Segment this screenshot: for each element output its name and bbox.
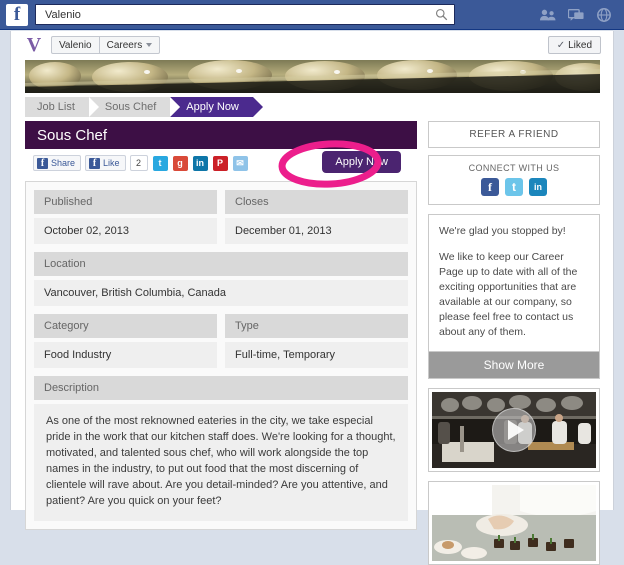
refer-a-friend-button[interactable]: REFER A FRIEND	[428, 121, 600, 148]
field-description: Description As one of the most reknowned…	[34, 376, 408, 521]
page-title: Sous Chef	[25, 121, 417, 149]
field-published: Published October 02, 2013	[34, 190, 217, 252]
breadcrumb-item-job-list[interactable]: Job List	[25, 97, 99, 117]
like-count-badge: 2	[129, 155, 148, 171]
field-location: Location Vancouver, British Columbia, Ca…	[34, 252, 408, 306]
breadcrumb-label: Job List	[37, 101, 75, 113]
field-label: Closes	[225, 190, 408, 214]
detail-row-dates: Published October 02, 2013 Closes Decemb…	[34, 190, 408, 252]
blurb-line-1: We're glad you stopped by!	[439, 225, 566, 237]
page-tab-strip: V Valenio Careers ✓ Liked	[10, 31, 614, 59]
friend-requests-icon[interactable]	[540, 8, 556, 22]
field-type: Type Full-time, Temporary	[225, 314, 408, 376]
search-icon[interactable]	[435, 8, 448, 21]
field-closes: Closes December 01, 2013	[225, 190, 408, 252]
tab-valenio[interactable]: Valenio	[52, 37, 99, 53]
facebook-share-label: Share	[51, 158, 76, 168]
cover-photo-image	[25, 60, 600, 93]
facebook-icon: f	[89, 157, 101, 169]
blurb-line-2: We like to keep our Career Page up to da…	[439, 251, 578, 338]
field-label: Category	[34, 314, 217, 338]
facebook-icon[interactable]: f	[481, 178, 499, 196]
sidebar: REFER A FRIEND CONNECT WITH US f t in We…	[428, 121, 600, 565]
search-input[interactable]	[43, 6, 433, 23]
facebook-navigation-bar: f	[0, 0, 624, 30]
field-value: Full-time, Temporary	[225, 342, 408, 368]
breadcrumb-item-sous-chef[interactable]: Sous Chef	[88, 97, 181, 117]
field-label: Type	[225, 314, 408, 338]
kitchen-video-thumbnail[interactable]	[428, 388, 600, 472]
messages-icon[interactable]	[568, 8, 584, 22]
facebook-like-button[interactable]: f Like	[85, 155, 126, 171]
linkedin-icon[interactable]: in	[192, 155, 208, 171]
breadcrumb-item-apply-now[interactable]: Apply Now	[170, 97, 263, 117]
breadcrumb-notch	[88, 97, 99, 117]
twitter-icon[interactable]: t	[505, 178, 523, 196]
cover-photo	[25, 60, 600, 93]
welcome-blurb-box: We're glad you stopped by! We like to ke…	[428, 214, 600, 379]
field-label: Location	[34, 252, 408, 276]
detail-row-category-type: Category Food Industry Type Full-time, T…	[34, 314, 408, 376]
plating-photo-thumbnail[interactable]	[428, 481, 600, 565]
tab-careers-label: Careers	[106, 39, 143, 51]
field-category: Category Food Industry	[34, 314, 217, 376]
field-value: Food Industry	[34, 342, 217, 368]
pinterest-icon[interactable]: P	[212, 155, 228, 171]
breadcrumb: Job List Sous Chef Apply Now	[25, 97, 263, 117]
tab-valenio-label: Valenio	[59, 39, 92, 51]
facebook-search-box[interactable]	[35, 4, 455, 25]
connect-icon-row: f t in	[429, 178, 599, 196]
field-value: October 02, 2013	[34, 218, 217, 244]
job-detail-column: Sous Chef f Share f Like 2 t g in P ✉ Ap…	[25, 121, 417, 530]
plating-photo-image	[432, 485, 596, 561]
valenio-logo: V	[26, 34, 42, 56]
field-value: December 01, 2013	[225, 218, 408, 244]
breadcrumb-label: Sous Chef	[104, 101, 157, 113]
breadcrumb-arrow	[252, 97, 263, 117]
breadcrumb-label: Apply Now	[186, 101, 239, 113]
page-tab-group: Valenio Careers	[51, 36, 161, 54]
facebook-nav-icons	[540, 7, 612, 22]
twitter-icon[interactable]: t	[152, 155, 168, 171]
description-label: Description	[34, 376, 408, 400]
field-label: Published	[34, 190, 217, 214]
tab-careers[interactable]: Careers	[98, 37, 160, 53]
chef-plating-image	[432, 485, 596, 561]
play-triangle	[508, 420, 524, 440]
liked-button[interactable]: ✓ Liked	[547, 36, 601, 54]
check-icon: ✓	[556, 39, 566, 51]
facebook-like-label: Like	[103, 158, 120, 168]
connect-heading: CONNECT WITH US	[468, 163, 560, 173]
breadcrumb-notch	[170, 97, 181, 117]
connect-with-us-box: CONNECT WITH US f t in	[428, 155, 600, 205]
apply-now-button[interactable]: Apply Now	[322, 151, 401, 173]
email-icon[interactable]: ✉	[232, 155, 248, 171]
google-plus-icon[interactable]: g	[172, 155, 188, 171]
chevron-down-icon[interactable]	[146, 43, 153, 47]
play-button-icon[interactable]	[492, 408, 536, 452]
field-value: Vancouver, British Columbia, Canada	[34, 280, 408, 306]
facebook-icon: f	[37, 157, 48, 169]
job-detail-panel: Published October 02, 2013 Closes Decemb…	[25, 181, 417, 530]
social-share-row: f Share f Like 2 t g in P ✉ Apply Now	[25, 140, 417, 188]
linkedin-icon[interactable]: in	[529, 178, 547, 196]
liked-button-label: Liked	[568, 39, 592, 51]
apply-now-wrapper: Apply Now	[278, 140, 401, 188]
facebook-share-button[interactable]: f Share	[33, 155, 82, 171]
description-text: As one of the most reknowned eateries in…	[34, 404, 408, 521]
show-more-button[interactable]: Show More	[429, 351, 599, 378]
notifications-globe-icon[interactable]	[596, 7, 612, 22]
facebook-logo-icon[interactable]: f	[6, 3, 28, 26]
